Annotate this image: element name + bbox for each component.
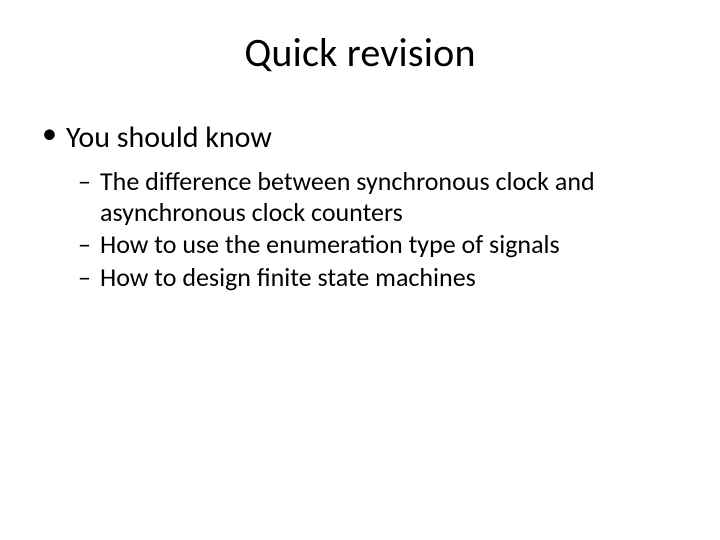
- slide-title: Quick revision: [0, 28, 720, 77]
- bullet-level2: The difference between synchronous clock…: [42, 166, 678, 227]
- bullet-level2: How to design finite state machines: [42, 262, 678, 293]
- bullet-level1: You should know: [42, 119, 678, 156]
- bullet-level2: How to use the enumeration type of signa…: [42, 229, 678, 260]
- slide: Quick revision You should know The diffe…: [0, 28, 720, 540]
- slide-body: You should know The difference between s…: [0, 119, 720, 293]
